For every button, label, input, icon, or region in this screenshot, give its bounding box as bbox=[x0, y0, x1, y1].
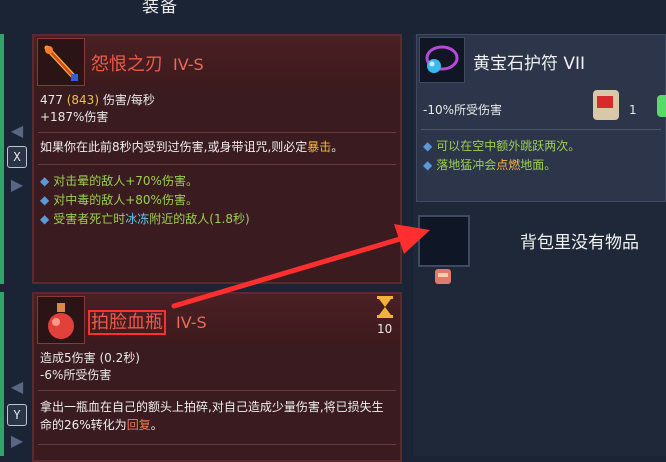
ignite-keyword: 点燃 bbox=[496, 158, 521, 172]
potion-damage-stat: 造成5伤害 (0.2秒) bbox=[40, 351, 140, 365]
weapon-dps-bonus: (843) bbox=[66, 93, 100, 107]
amulet-card[interactable]: 黄宝石护符 VII -10%所受伤害 1 ◆ 可以在空中额外跳跃两次。 ◆ 落地猛冲… bbox=[416, 34, 666, 202]
arrow-right-icon[interactable]: ▶ bbox=[6, 176, 28, 194]
scroll-count: 1 bbox=[629, 103, 637, 117]
weapon-dps: 477 bbox=[40, 93, 63, 107]
weapon-grade: IV-S bbox=[173, 55, 204, 74]
potion-grade: IV-S bbox=[176, 313, 207, 332]
divider bbox=[421, 129, 661, 130]
weapon-stats: 477 (843) 伤害/每秒 +187%伤害 bbox=[40, 92, 155, 126]
weapon-description: 如果你在此前8秒内受到过伤害,或身带诅咒,则必定暴击。 bbox=[40, 140, 344, 154]
weapon-damage-bonus: +187%伤害 bbox=[40, 110, 109, 124]
list-item: ◆ 受害者死亡时冰冻附近的敌人(1.8秒) bbox=[40, 212, 250, 226]
amulet-title: 黄宝石护符 VII bbox=[473, 54, 586, 74]
hourglass-icon bbox=[376, 296, 394, 318]
potion-defense-stat: -6%所受伤害 bbox=[40, 368, 112, 382]
potion-title: 拍脸血瓶 IV-S bbox=[88, 308, 207, 335]
list-item: ◆ 对中毒的敌人+80%伤害。 bbox=[40, 193, 198, 207]
scroll-icon bbox=[587, 87, 627, 123]
amulet-stat: -10%所受伤害 bbox=[423, 103, 503, 117]
amulet-icon bbox=[419, 37, 465, 83]
potion-card[interactable]: 拍脸血瓶 IV-S 造成5伤害 (0.2秒) -6%所受伤害 拿出一瓶血在自己的额… bbox=[32, 292, 402, 462]
divider bbox=[38, 164, 396, 165]
list-item: ◆ 对击晕的敌人+70%伤害。 bbox=[40, 174, 198, 188]
key-x-badge: X bbox=[7, 146, 27, 168]
divider bbox=[38, 390, 396, 391]
arrow-left-icon[interactable]: ◀ bbox=[6, 378, 28, 396]
weapon-title: 怨恨之刃 IV-S bbox=[91, 50, 204, 76]
amulet-bullets: ◆ 可以在空中额外跳跃两次。 ◆ 落地猛冲会点燃地面。 bbox=[423, 137, 580, 175]
crit-keyword: 暴击 bbox=[307, 140, 332, 154]
backpack-slot[interactable] bbox=[418, 215, 470, 267]
heal-keyword: 回复 bbox=[126, 418, 151, 432]
weapon-card[interactable]: 怨恨之刃 IV-S 477 (843) 伤害/每秒 +187%伤害 如果你在此前8… bbox=[32, 34, 402, 284]
weapon-dps-unit: 伤害/每秒 bbox=[102, 93, 155, 107]
backpack-icon bbox=[432, 266, 454, 286]
potion-description: 拿出一瓶血在自己的额头上拍碎,对自己造成少量伤害,将已损失生命的26%转化为回复… bbox=[40, 400, 384, 432]
divider bbox=[38, 132, 396, 133]
potion-stats: 造成5伤害 (0.2秒) -6%所受伤害 bbox=[40, 350, 140, 384]
weapon-bullets: ◆ 对击晕的敌人+70%伤害。 ◆ 对中毒的敌人+80%伤害。 ◆ 受害者死亡时冰冻附… bbox=[40, 172, 250, 229]
blade-icon bbox=[37, 38, 85, 86]
potion-slot-edge bbox=[0, 292, 4, 456]
potion-name: 拍脸血瓶 bbox=[88, 310, 166, 335]
list-item: ◆ 可以在空中额外跳跃两次。 bbox=[423, 139, 581, 153]
weapon-card-header bbox=[34, 36, 400, 86]
backpack-empty-text: 背包里没有物品 bbox=[520, 233, 639, 253]
list-item: ◆ 落地猛冲会点燃地面。 bbox=[423, 158, 557, 172]
screen-title: 装备 bbox=[142, 0, 178, 17]
weapon-slot-edge bbox=[0, 34, 4, 284]
freeze-keyword: 冰冻 bbox=[125, 212, 150, 226]
potion-icon bbox=[37, 296, 85, 344]
divider bbox=[38, 444, 396, 445]
arrow-left-icon[interactable]: ◀ bbox=[6, 122, 28, 140]
arrow-right-icon[interactable]: ▶ bbox=[6, 432, 28, 450]
weapon-name: 怨恨之刃 bbox=[91, 54, 163, 75]
potion-cooldown-value: 10 bbox=[377, 322, 393, 336]
item-icon bbox=[651, 89, 666, 123]
key-y-badge: Y bbox=[7, 404, 27, 426]
